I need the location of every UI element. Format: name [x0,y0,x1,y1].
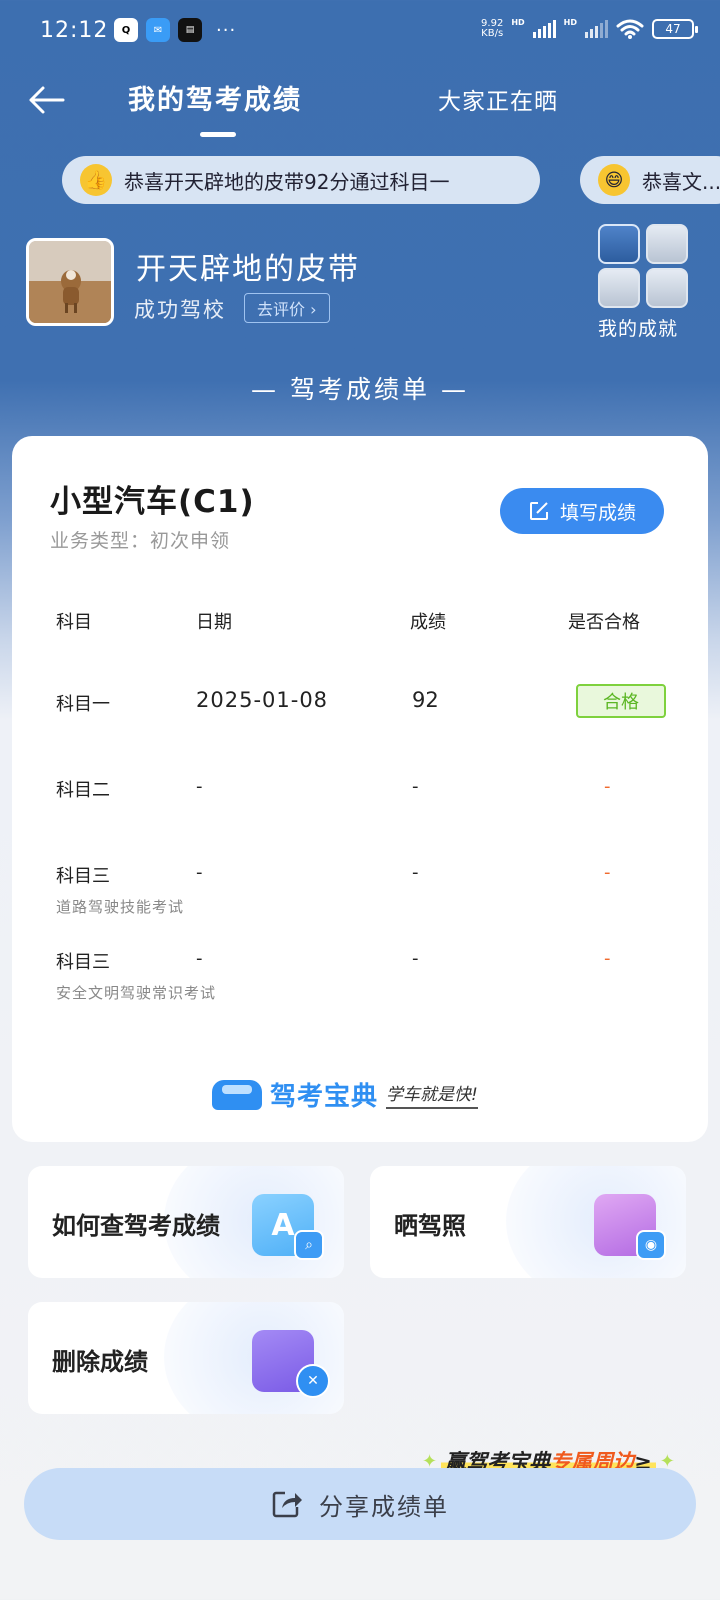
nav-bar: 我的驾考成绩 大家正在晒 [0,64,720,144]
share-label: 分享成绩单 [319,1492,449,1521]
date-cell: - [196,948,203,969]
smile-icon: 😄 [598,164,630,196]
score-cell: - [412,776,419,797]
delete-score-card[interactable]: 删除成绩 ✕ [28,1302,344,1414]
score-cell: - [412,862,419,883]
business-type: 业务类型：初次申领 [50,530,231,552]
subject-cell: 科目三 [56,866,110,887]
subject-cell: 科目二 [56,780,110,801]
active-tab-indicator [200,132,236,137]
wifi-icon [616,19,644,39]
subject-cell: 科目一 [56,694,110,715]
header-score: 成绩 [410,612,446,633]
hd-label: HD [511,18,525,27]
date-cell: 2025-01-08 [196,688,329,712]
school-name: 成功驾校 [134,298,226,322]
car-icon [212,1079,262,1110]
congrats-marquee-item-2: 😄 恭喜文... [580,156,720,204]
pass-cell: - [604,776,611,797]
subject-subtitle: 安全文明驾驶常识考试 [56,984,217,1002]
edit-icon [529,502,548,520]
tab-everyone-sharing[interactable]: 大家正在晒 [438,82,558,116]
header-pass: 是否合格 [568,612,640,633]
news-app-icon: ▤ [178,18,202,42]
achievement-badges[interactable] [598,224,690,308]
qq-icon: Q [114,18,138,42]
marquee-text-2: 恭喜文... [642,169,720,194]
status-app-icons: Q ✉ ▤ ··· [114,18,236,42]
delete-score-label: 删除成绩 [52,1348,148,1376]
status-time: 12:12 [40,18,109,43]
section-title: — 驾考成绩单 — [251,375,469,404]
how-to-query-card[interactable]: 如何查驾考成绩 A ⌕ [28,1166,344,1278]
score-cell: 92 [412,688,439,712]
message-icon: ✉ [146,18,170,42]
vehicle-class: 小型汽车(C1) [50,484,255,520]
signal-icon [532,20,556,38]
brand-slogan: 学车就是快! [386,1080,478,1109]
status-indicators: 9.92 KB/s HD HD 47 [481,18,698,40]
share-icon [272,1491,302,1518]
header-subject: 科目 [56,612,92,633]
dog-photo [29,241,111,323]
brand-name: 驾考宝典 [270,1082,379,1112]
pass-badge: 合格 [576,684,666,718]
fill-score-label: 填写成绩 [559,501,636,524]
badge-icon [598,268,640,308]
hd-label-2: HD [563,18,577,27]
header-date: 日期 [196,612,232,633]
tab-my-scores[interactable]: 我的驾考成绩 [128,78,302,117]
badge-icon [646,268,688,308]
show-license-label: 晒驾照 [394,1212,466,1240]
table-row: 科目二 - - - [12,776,708,836]
table-row: 科目三 安全文明驾驶常识考试 - - - [12,948,708,1008]
score-cell: - [412,948,419,969]
battery-icon: 47 [652,19,698,39]
date-cell: - [196,776,203,797]
badge-icon [598,224,640,264]
status-more: ··· [216,19,237,41]
achievements-link[interactable]: 我的成就 [598,314,678,341]
pass-cell: - [604,862,611,883]
how-to-query-label: 如何查驾考成绩 [52,1212,220,1240]
show-license-card[interactable]: 晒驾照 ◉ [370,1166,686,1278]
subject-cell: 科目三 [56,952,110,973]
close-icon: ✕ [296,1364,330,1398]
table-row: 科目三 道路驾驶技能考试 - - - [12,862,708,922]
status-bar: 12:12 Q ✉ ▤ ··· 9.92 KB/s HD HD 47 [0,0,720,64]
net-speed: 9.92 KB/s [481,19,503,39]
share-score-button[interactable]: 分享成绩单 [24,1468,696,1540]
pass-cell: - [604,948,611,969]
date-cell: - [196,862,203,883]
badge-icon [646,224,688,264]
congrats-marquee-item: 👍 恭喜开天辟地的皮带92分通过科目一 [62,156,540,204]
score-card: 小型汽车(C1) 业务类型：初次申领 填写成绩 科目 日期 成绩 是否合格 科目… [12,436,708,1142]
signal-icon-2 [585,20,608,38]
net-speed-unit: KB/s [481,28,504,39]
brand-logo: 驾考宝典 学车就是快! [212,1076,478,1113]
camera-icon: ◉ [636,1230,666,1260]
back-button[interactable] [22,78,70,122]
user-name: 开天辟地的皮带 [136,252,360,287]
arrow-left-icon [29,86,65,114]
avatar[interactable] [26,238,114,326]
table-row: 科目一 2025-01-08 92 合格 [12,684,708,750]
rate-school-button[interactable]: 去评价 › [244,293,330,323]
fill-score-button[interactable]: 填写成绩 [500,488,664,534]
thumbs-up-icon: 👍 [80,164,112,196]
subject-subtitle: 道路驾驶技能考试 [56,898,185,916]
search-icon: ⌕ [294,1230,324,1260]
marquee-text: 恭喜开天辟地的皮带92分通过科目一 [124,169,450,194]
